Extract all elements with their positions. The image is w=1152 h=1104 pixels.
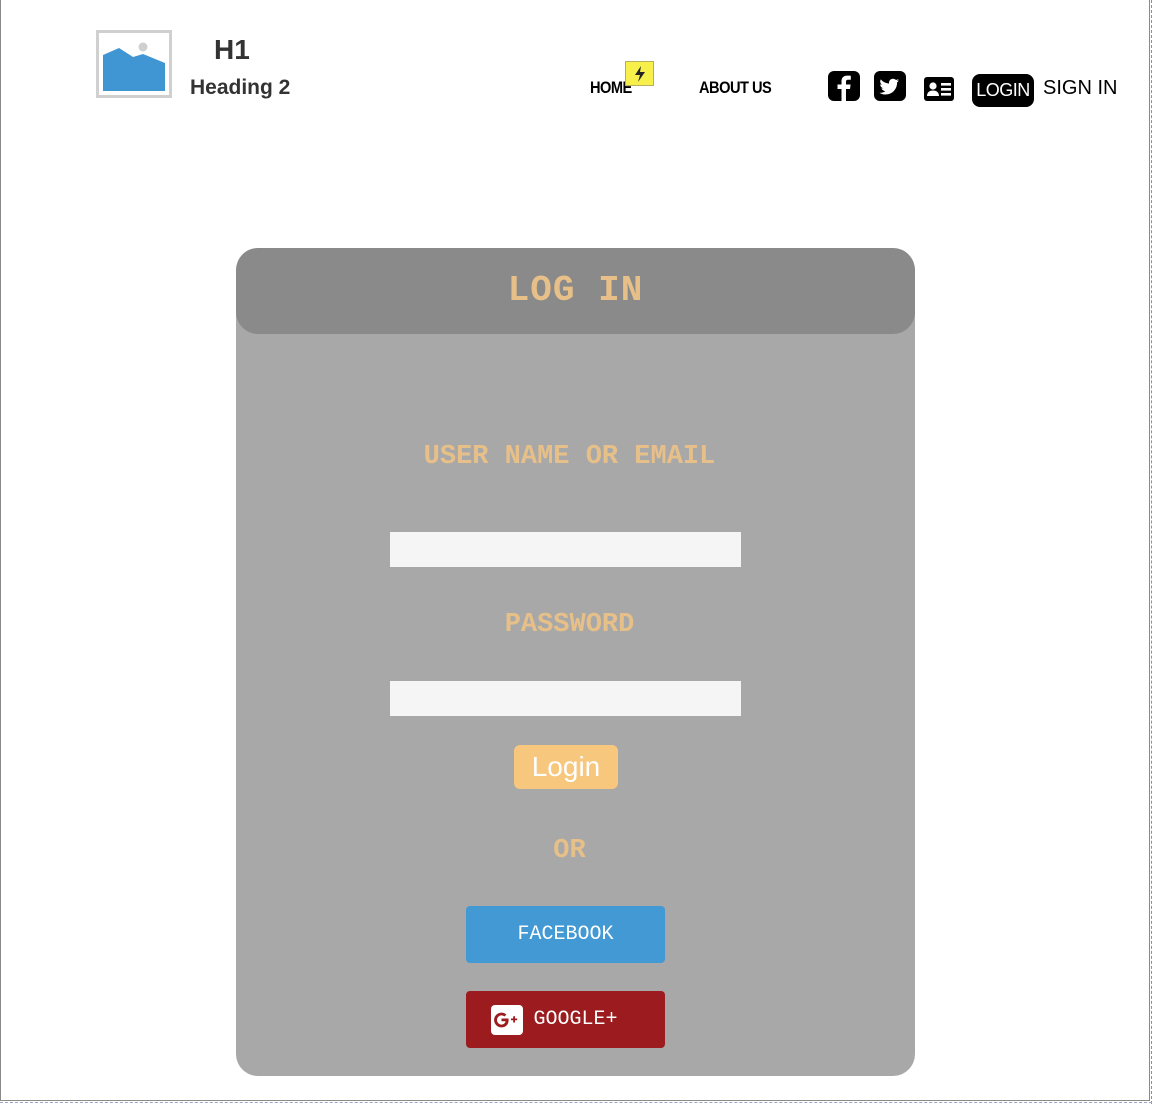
login-title: LOG IN bbox=[507, 270, 644, 311]
username-input[interactable] bbox=[390, 532, 741, 567]
heading-1: H1 bbox=[214, 34, 250, 65]
facebook-login-label: FACEBOOK bbox=[517, 923, 614, 946]
twitter-icon[interactable] bbox=[874, 71, 906, 101]
or-divider-text: OR bbox=[553, 836, 586, 866]
password-input[interactable] bbox=[390, 681, 741, 716]
image-placeholder-icon[interactable] bbox=[96, 30, 172, 98]
frame-bottom-dashed-border bbox=[0, 1102, 1152, 1103]
frame-left-border bbox=[0, 0, 1, 1100]
lightning-icon[interactable] bbox=[625, 61, 654, 86]
nav-about-us-link[interactable]: ABOUT US bbox=[699, 78, 772, 98]
username-label: USER NAME OR EMAIL bbox=[423, 442, 716, 472]
login-card: LOG IN USER NAME OR EMAIL PASSWORD Login… bbox=[236, 248, 915, 1076]
contact-card-icon[interactable] bbox=[924, 77, 954, 101]
google-plus-login-label: GOOGLE+ bbox=[533, 1008, 618, 1031]
password-label: PASSWORD bbox=[504, 610, 635, 640]
frame-bottom-border bbox=[0, 1100, 1150, 1101]
header-login-button[interactable]: LOGIN bbox=[972, 74, 1034, 107]
heading-2: Heading 2 bbox=[190, 76, 291, 99]
facebook-login-button[interactable]: FACEBOOK bbox=[466, 906, 665, 963]
facebook-icon[interactable] bbox=[828, 71, 860, 101]
login-submit-button[interactable]: Login bbox=[514, 745, 618, 789]
google-plus-icon bbox=[491, 1004, 524, 1035]
login-card-header: LOG IN bbox=[236, 248, 915, 334]
header-sign-in-link[interactable]: SIGN IN bbox=[1043, 77, 1117, 100]
frame-right-border bbox=[1149, 0, 1150, 1100]
google-plus-login-button[interactable]: GOOGLE+ bbox=[466, 991, 665, 1048]
